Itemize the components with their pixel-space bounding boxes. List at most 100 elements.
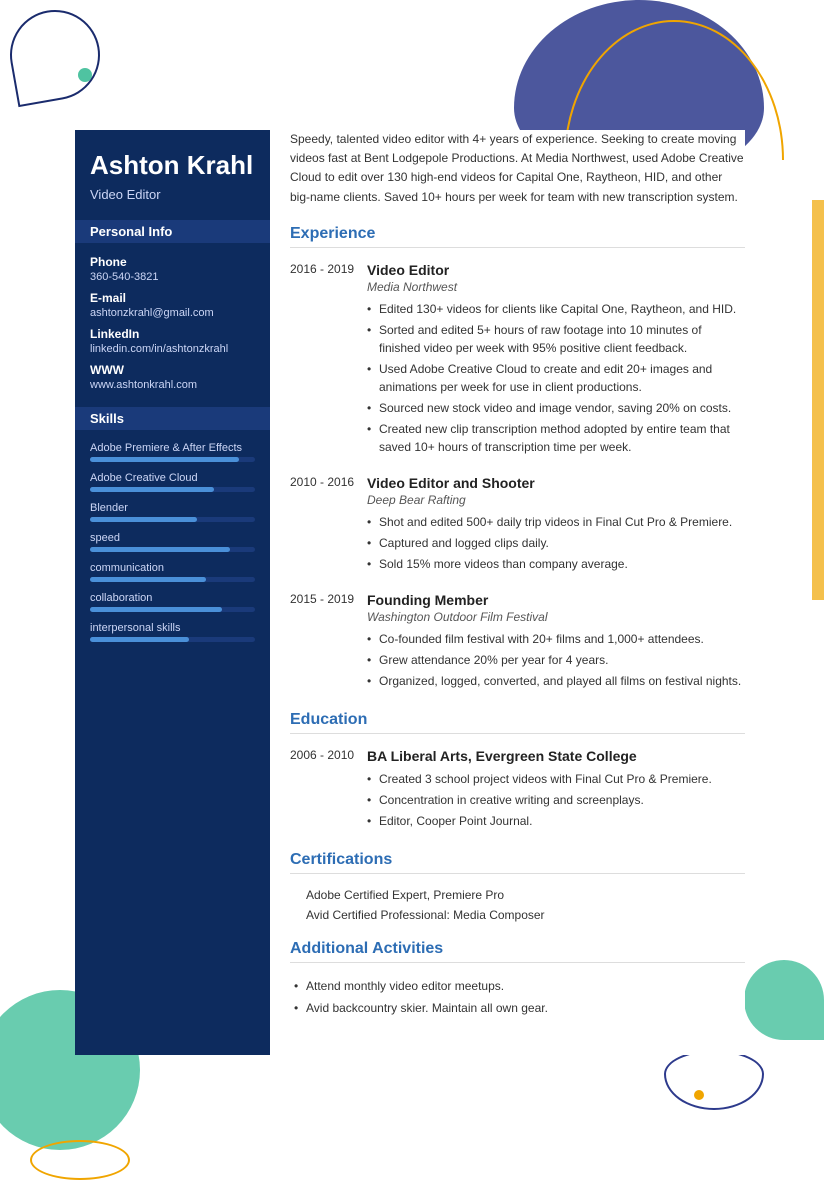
skill-name: Blender xyxy=(90,502,255,514)
skill-bar-bg xyxy=(90,487,255,492)
skill-item: Blender xyxy=(90,502,255,522)
cert-entry: Adobe Certified Expert, Premiere Pro xyxy=(290,888,745,902)
main-content: Speedy, talented video editor with 4+ ye… xyxy=(270,130,745,1055)
edu-degree: BA Liberal Arts, Evergreen State College xyxy=(367,748,745,764)
exp-bullets: Edited 130+ videos for clients like Capi… xyxy=(367,300,745,456)
skill-name: interpersonal skills xyxy=(90,622,255,634)
experience-entry: 2015 - 2019 Founding Member Washington Out… xyxy=(290,592,745,693)
exp-bullet: Used Adobe Creative Cloud to create and … xyxy=(367,360,745,396)
contact-value: 360-540-3821 xyxy=(90,271,255,283)
exp-bullet: Sourced new stock video and image vendor… xyxy=(367,399,745,417)
skill-bar-fill xyxy=(90,577,206,582)
deco-bottom-right-dot xyxy=(694,1090,704,1100)
skill-bar-fill xyxy=(90,487,214,492)
resume-container: Ashton Krahl Video Editor Personal Info … xyxy=(75,130,745,1055)
exp-date: 2010 - 2016 xyxy=(290,475,355,576)
education-heading: Education xyxy=(290,711,745,734)
deco-bottom-left-ellipse xyxy=(30,1140,130,1180)
exp-company: Washington Outdoor Film Festival xyxy=(367,610,745,624)
deco-bottom-right-shape xyxy=(664,1050,764,1110)
skill-name: speed xyxy=(90,532,255,544)
exp-bullets: Co-founded film festival with 20+ films … xyxy=(367,630,745,690)
activities-heading: Additional Activities xyxy=(290,940,745,963)
candidate-name: Ashton Krahl xyxy=(90,150,255,181)
exp-job-title: Video Editor and Shooter xyxy=(367,475,745,491)
experience-entries: 2016 - 2019Video EditorMedia NorthwestEd… xyxy=(290,262,745,693)
exp-details: Video Editor and Shooter Deep Bear Raftin… xyxy=(367,475,745,576)
exp-bullet: Organized, logged, converted, and played… xyxy=(367,672,745,690)
skill-name: communication xyxy=(90,562,255,574)
skill-item: collaboration xyxy=(90,592,255,612)
edu-date: 2006 - 2010 xyxy=(290,748,355,833)
edu-bullets: Created 3 school project videos with Fin… xyxy=(367,770,745,830)
skill-item: Adobe Premiere & After Effects xyxy=(90,442,255,462)
deco-top-left-arc xyxy=(3,3,107,107)
skill-bar-fill xyxy=(90,547,230,552)
skill-bar-fill xyxy=(90,607,222,612)
skill-name: collaboration xyxy=(90,592,255,604)
contact-label: E-mail xyxy=(90,291,255,305)
skill-bar-fill xyxy=(90,637,189,642)
contact-value: www.ashtonkrahl.com xyxy=(90,379,255,391)
certifications-heading: Certifications xyxy=(290,851,745,874)
skill-bar-bg xyxy=(90,637,255,642)
activities-section: Additional Activities Attend monthly vid… xyxy=(290,940,745,1017)
edu-details: BA Liberal Arts, Evergreen State College… xyxy=(367,748,745,833)
personal-info-heading: Personal Info xyxy=(75,220,270,243)
contacts-container: Phone360-540-3821E-mailashtonzkrahl@gmai… xyxy=(90,255,255,391)
exp-bullet: Sold 15% more videos than company averag… xyxy=(367,555,745,573)
experience-entry: 2016 - 2019Video EditorMedia NorthwestEd… xyxy=(290,262,745,459)
exp-details: Video Editor Media Northwest Edited 130+ v… xyxy=(367,262,745,459)
edu-bullet: Editor, Cooper Point Journal. xyxy=(367,812,745,830)
deco-bottom-right-teal xyxy=(744,960,824,1040)
education-entries: 2006 - 2010BA Liberal Arts, Evergreen St… xyxy=(290,748,745,833)
deco-top-left-dot xyxy=(78,68,92,82)
education-section: Education 2006 - 2010BA Liberal Arts, Ev… xyxy=(290,711,745,833)
skill-name: Adobe Premiere & After Effects xyxy=(90,442,255,454)
activities-list: Attend monthly video editor meetups. Avid… xyxy=(290,977,745,1017)
activity-bullet: Attend monthly video editor meetups. xyxy=(306,977,745,995)
exp-date: 2015 - 2019 xyxy=(290,592,355,693)
experience-heading: Experience xyxy=(290,225,745,248)
skill-bar-bg xyxy=(90,577,255,582)
skill-item: Adobe Creative Cloud xyxy=(90,472,255,492)
exp-job-title: Video Editor xyxy=(367,262,745,278)
exp-bullet: Grew attendance 20% per year for 4 years… xyxy=(367,651,745,669)
exp-bullet: Captured and logged clips daily. xyxy=(367,534,745,552)
sidebar: Ashton Krahl Video Editor Personal Info … xyxy=(75,130,270,1055)
skill-bar-bg xyxy=(90,547,255,552)
experience-section: Experience 2016 - 2019Video EditorMedia … xyxy=(290,225,745,693)
skill-bar-fill xyxy=(90,517,197,522)
skill-item: communication xyxy=(90,562,255,582)
exp-company: Media Northwest xyxy=(367,280,745,294)
exp-bullet: Co-founded film festival with 20+ films … xyxy=(367,630,745,648)
experience-entry: 2010 - 2016 Video Editor and Shooter Deep … xyxy=(290,475,745,576)
skill-bar-bg xyxy=(90,457,255,462)
exp-bullet: Created new clip transcription method ad… xyxy=(367,420,745,456)
summary-text: Speedy, talented video editor with 4+ ye… xyxy=(290,130,745,207)
exp-bullets: Shot and edited 500+ daily trip videos i… xyxy=(367,513,745,573)
cert-entry: Avid Certified Professional: Media Compo… xyxy=(290,908,745,922)
exp-company: Deep Bear Rafting xyxy=(367,493,745,507)
contact-value: linkedin.com/in/ashtonzkrahl xyxy=(90,343,255,355)
skills-container: Adobe Premiere & After Effects Adobe Crea… xyxy=(90,442,255,642)
exp-bullet: Edited 130+ videos for clients like Capi… xyxy=(367,300,745,318)
exp-details: Founding Member Washington Outdoor Film F… xyxy=(367,592,745,693)
skill-item: speed xyxy=(90,532,255,552)
contact-label: WWW xyxy=(90,363,255,377)
contact-label: LinkedIn xyxy=(90,327,255,341)
skill-bar-bg xyxy=(90,607,255,612)
candidate-title: Video Editor xyxy=(90,187,255,202)
activity-bullet: Avid backcountry skier. Maintain all own… xyxy=(306,999,745,1017)
skill-name: Adobe Creative Cloud xyxy=(90,472,255,484)
certifications-section: Certifications Adobe Certified Expert, P… xyxy=(290,851,745,922)
education-entry: 2006 - 2010BA Liberal Arts, Evergreen St… xyxy=(290,748,745,833)
exp-job-title: Founding Member xyxy=(367,592,745,608)
skill-item: interpersonal skills xyxy=(90,622,255,642)
edu-bullet: Concentration in creative writing and sc… xyxy=(367,791,745,809)
deco-right-bar xyxy=(812,200,824,600)
skill-bar-fill xyxy=(90,457,239,462)
skills-heading: Skills xyxy=(75,407,270,430)
skill-bar-bg xyxy=(90,517,255,522)
exp-bullet: Sorted and edited 5+ hours of raw footag… xyxy=(367,321,745,357)
